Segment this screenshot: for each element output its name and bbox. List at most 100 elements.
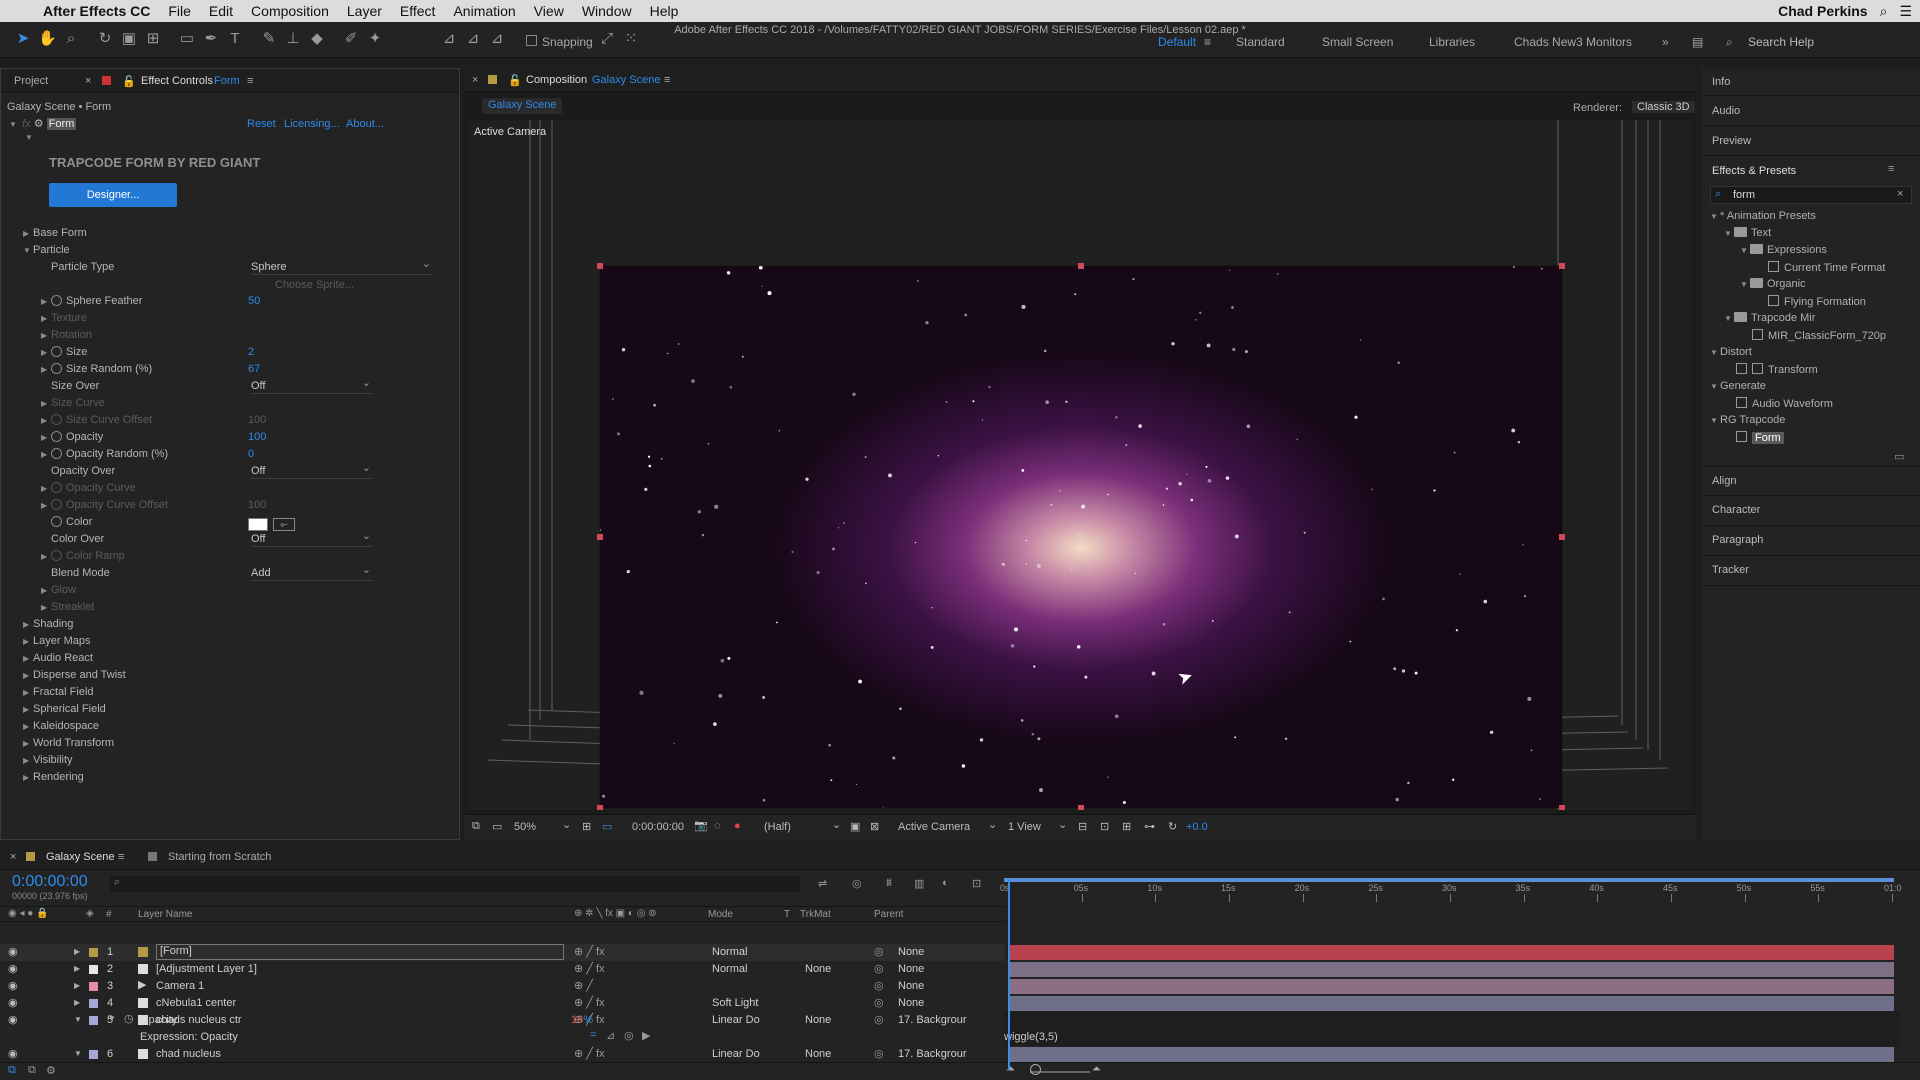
menu-view[interactable]: View <box>525 3 573 19</box>
expand-icon[interactable]: ▶ <box>41 348 51 357</box>
tree-folder-text[interactable]: ▼ Text <box>1724 227 1771 239</box>
exposure-value[interactable]: +0.0 <box>1186 821 1208 833</box>
blend-mode-dropdown[interactable]: Add <box>251 563 373 581</box>
layer-label-color[interactable] <box>89 965 98 974</box>
col-trkmat[interactable]: TrkMat <box>800 909 831 920</box>
user-name[interactable]: Chad Perkins <box>1778 3 1867 19</box>
tree-preset-mir-classicform[interactable]: MIR_ClassicForm_720p <box>1752 329 1886 342</box>
group-kaleidospace[interactable]: ▶ Kaleidospace <box>23 720 99 734</box>
layer-name[interactable]: [Adjustment Layer 1] <box>156 963 257 975</box>
parent-pickwhip-icon[interactable]: ◎ <box>874 962 884 975</box>
zoom-chevron-icon[interactable]: ⌄ <box>562 818 571 831</box>
axis-world-icon[interactable]: ⊿ <box>464 30 482 48</box>
visibility-eye-icon[interactable]: ◉ <box>8 996 18 1009</box>
color-over-dropdown[interactable]: Off <box>251 529 373 547</box>
visibility-eye-icon[interactable]: ◉ <box>8 1047 18 1060</box>
motion-blur-icon[interactable]: ◐ <box>942 877 949 889</box>
tracker-panel-header[interactable]: Tracker <box>1702 556 1920 586</box>
comp-viewer[interactable]: Active Camera ⊕ ➤ <box>468 120 1692 810</box>
anchor-point-icon[interactable]: ⊕ <box>1074 528 1086 545</box>
col-parent[interactable]: Parent <box>874 909 903 920</box>
size-value[interactable]: 2 <box>248 346 254 360</box>
graph-editor-icon[interactable]: ⊡ <box>972 877 981 890</box>
workspace-chads-monitors[interactable]: Chads New3 Monitors <box>1514 35 1632 49</box>
transparency-grid-icon[interactable]: ⊠ <box>870 820 879 833</box>
parent-pickwhip-icon[interactable]: ◎ <box>874 996 884 1009</box>
rectangle-tool-icon[interactable]: ▭ <box>178 30 196 48</box>
choose-sprite-button[interactable]: Choose Sprite... <box>275 279 354 293</box>
layer-label-color[interactable] <box>89 982 98 991</box>
visibility-eye-icon[interactable]: ◉ <box>8 945 18 958</box>
layer-switches-icons[interactable]: ⊕ ╱ fx <box>574 962 605 975</box>
camera-view-dropdown[interactable]: Active Camera <box>898 821 988 833</box>
tree-group-distort[interactable]: ▼ Distort <box>1710 346 1752 358</box>
info-panel-header[interactable]: Info <box>1702 68 1920 96</box>
group-spherical-field[interactable]: ▶ Spherical Field <box>23 703 106 717</box>
workspace-overflow-icon[interactable]: » <box>1662 35 1669 49</box>
camera-view-chevron-icon[interactable]: ⌄ <box>988 818 997 831</box>
menu-composition[interactable]: Composition <box>242 3 338 19</box>
audio-panel-header[interactable]: Audio <box>1702 96 1920 126</box>
expand-form-icon[interactable]: ▼ <box>9 120 19 129</box>
prop-color-ramp[interactable]: ▶ Color Ramp <box>41 550 125 564</box>
notification-icon[interactable]: ☰ <box>1899 3 1912 20</box>
prop-rotation[interactable]: ▶ Rotation <box>41 329 92 343</box>
close-tab-icon[interactable]: × <box>85 75 91 87</box>
pan-behind-tool-icon[interactable]: ⊞ <box>144 30 162 48</box>
opacity-random-value[interactable]: 0 <box>248 448 254 462</box>
licensing-link[interactable]: Licensing... <box>284 118 340 132</box>
layer-row[interactable]: ◉ ▶ 3 ▶ Camera 1 ⊕ ╱ ◎ None <box>0 978 1005 995</box>
search-help-input[interactable]: Search Help <box>1748 35 1814 49</box>
layer-mode-dropdown[interactable]: Normal <box>712 946 768 958</box>
group-shading[interactable]: ▶ Shading <box>23 618 73 632</box>
tab-effect-controls-layer[interactable]: Form <box>214 75 240 87</box>
tree-group-generate[interactable]: ▼ Generate <box>1710 380 1766 392</box>
paragraph-panel-header[interactable]: Paragraph <box>1702 526 1920 556</box>
toggle-modes-icon[interactable]: ⚙ <box>46 1064 56 1077</box>
fx-name[interactable]: Form <box>46 118 77 130</box>
prop-streaklet[interactable]: ▶ Streaklet <box>41 601 94 615</box>
expand-layer-icon[interactable]: ▶ <box>74 964 80 973</box>
channel-icon[interactable]: ● <box>734 820 741 832</box>
panel-menu-icon[interactable]: ≡ <box>247 75 253 87</box>
menu-window[interactable]: Window <box>573 3 641 19</box>
comp-markers-icon[interactable]: ⧉ <box>8 1064 16 1077</box>
current-timecode[interactable]: 0:00:00:00 <box>632 821 684 833</box>
stopwatch-icon[interactable] <box>51 516 62 527</box>
shy-layers-icon[interactable]: ⩩ <box>886 877 892 890</box>
pen-tool-icon[interactable]: ✒ <box>202 30 220 48</box>
parent-pickwhip-icon[interactable]: ◎ <box>874 1047 884 1060</box>
effects-panel-menu-icon[interactable]: ≡ <box>1888 163 1894 175</box>
group-fractal-field[interactable]: ▶ Fractal Field <box>23 686 94 700</box>
layer-mode-dropdown[interactable]: Soft Light <box>712 997 768 1009</box>
col-mode[interactable]: Mode <box>708 909 733 920</box>
about-link[interactable]: About... <box>346 118 384 132</box>
expand-layer-icon[interactable]: ▼ <box>74 1049 82 1058</box>
tree-effect-audio-waveform[interactable]: Audio Waveform <box>1736 397 1833 410</box>
layer-switches-icons[interactable]: ⊕ ╱ <box>574 979 593 992</box>
eyedropper-icon[interactable]: ⟜ <box>273 518 295 531</box>
tab-composition[interactable]: Composition <box>526 74 587 86</box>
tree-effect-form[interactable]: Form <box>1736 431 1784 444</box>
work-area-bar[interactable] <box>1004 878 1894 882</box>
group-visibility[interactable]: ▶ Visibility <box>23 754 73 768</box>
layer-search-field[interactable]: ⌕ <box>110 876 800 892</box>
particle-type-dropdown[interactable]: Sphere <box>251 257 433 275</box>
comp-mini-flowchart-icon[interactable]: ⇌ <box>818 877 827 890</box>
prop-size-curve[interactable]: ▶ Size Curve <box>41 397 105 411</box>
align-panel-header[interactable]: Align <box>1702 466 1920 496</box>
prop-texture[interactable]: ▶ Texture <box>41 312 87 326</box>
timeline-icon[interactable]: ⊞ <box>1122 820 1131 833</box>
layer-name[interactable]: [Form] <box>156 944 564 960</box>
effects-presets-header[interactable]: Effects & Presets ≡ <box>1702 156 1920 182</box>
layer-trkmat-dropdown[interactable]: None <box>805 1048 831 1060</box>
tree-preset-current-time-format[interactable]: Current Time Format <box>1768 261 1885 274</box>
group-layer-maps[interactable]: ▶ Layer Maps <box>23 635 90 649</box>
playhead[interactable] <box>1008 880 1010 1070</box>
resolution-dropdown[interactable]: (Half) <box>764 821 824 833</box>
menu-help[interactable]: Help <box>641 3 688 19</box>
layer-name[interactable]: chad nucleus <box>156 1048 221 1060</box>
stopwatch-icon[interactable] <box>51 346 62 357</box>
workspace-default[interactable]: Default <box>1158 35 1196 49</box>
flowchart-icon[interactable]: ⊶ <box>1144 820 1155 833</box>
